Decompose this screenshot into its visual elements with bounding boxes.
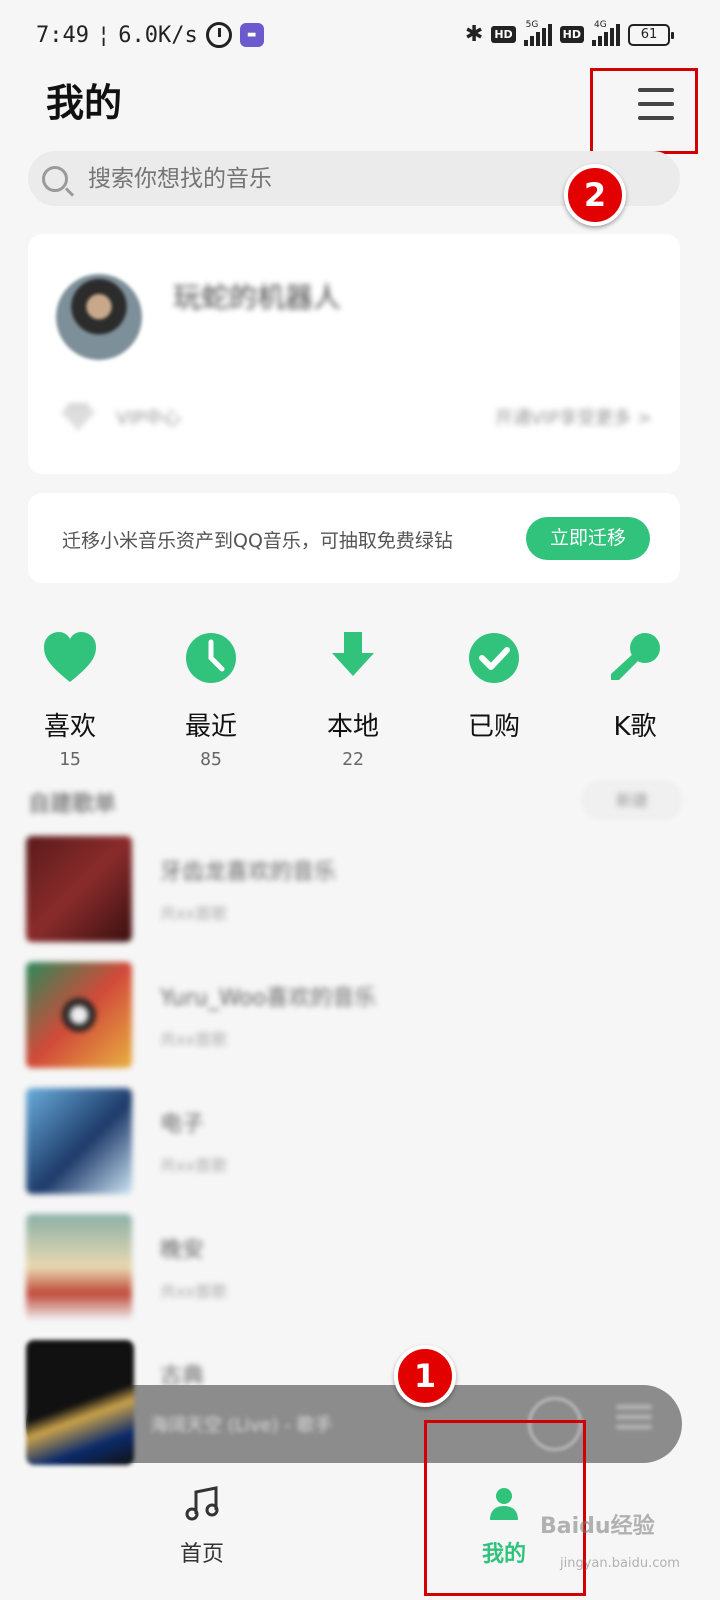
playlist-item[interactable]: 电子 共xx首歌 <box>26 1088 686 1196</box>
microphone-icon <box>611 633 660 680</box>
signal-icon-4g: 4G <box>592 20 620 46</box>
avatar[interactable] <box>56 274 142 360</box>
username[interactable]: 玩蛇的机器人 <box>173 276 341 316</box>
playlist-count: 共xx首歌 <box>160 904 227 923</box>
quick-item-recent[interactable]: 最近 85 <box>151 628 271 770</box>
mini-player-title[interactable]: 海阔天空 (Live) - 歌手 <box>150 1411 332 1437</box>
migrate-button[interactable]: 立即迁移 <box>526 517 650 560</box>
quick-label-purchased: 已购 <box>467 712 520 742</box>
playlist-cover <box>26 1088 132 1194</box>
playlist-cover <box>26 962 132 1068</box>
watermark-url: jingyan.baidu.com <box>560 1556 680 1571</box>
menu-icon-line <box>638 116 674 120</box>
migrate-banner: 迁移小米音乐资产到QQ音乐，可抽取免费绿钻 立即迁移 <box>28 493 680 583</box>
quick-count-local: 22 <box>342 749 364 770</box>
quick-item-like[interactable]: 喜欢 15 <box>10 628 130 770</box>
alarm-icon <box>205 22 232 48</box>
playlist-name: 牙齿龙喜欢的音乐 <box>160 860 337 885</box>
migrate-text: 迁移小米音乐资产到QQ音乐，可抽取免费绿钻 <box>62 530 453 552</box>
new-playlist-button[interactable]: 新建 <box>584 782 680 818</box>
quick-count-like: 15 <box>59 749 81 770</box>
quick-label-recent: 最近 <box>184 712 237 742</box>
search-icon <box>42 165 68 192</box>
quick-label-local: 本地 <box>326 712 379 742</box>
playlist-cover <box>26 1214 132 1320</box>
hd-badge-1: HD <box>491 26 516 43</box>
vip-label: VIP中心 <box>116 408 181 429</box>
playlist-item[interactable]: 牙齿龙喜欢的音乐 共xx首歌 <box>26 836 686 944</box>
menu-icon-line <box>638 88 674 92</box>
profile-card[interactable]: 玩蛇的机器人 VIP中心 开通VIP享受更多 > <box>28 234 680 474</box>
bluetooth-icon: ✱ <box>464 22 484 47</box>
mini-player-cover[interactable] <box>26 1340 134 1465</box>
car-icon: ▬ <box>239 23 264 47</box>
status-bar-left: 7:49 ¦ 6.0K/s ▬ <box>36 22 264 48</box>
menu-button[interactable] <box>590 68 698 154</box>
playlist-queue-icon[interactable] <box>616 1405 652 1441</box>
playlist-count: 共xx首歌 <box>160 1030 227 1049</box>
search-input[interactable] <box>88 165 588 192</box>
battery-icon: 61 <box>628 23 674 46</box>
section-title: 自建歌单 <box>28 792 117 817</box>
diamond-icon <box>62 404 94 430</box>
page-title: 我的 <box>46 81 123 125</box>
annotation-marker-2: 2 <box>564 164 626 226</box>
status-bar-right: ✱ HD 5G HD 4G 61 <box>464 20 674 47</box>
playlist-name: 晚安 <box>160 1238 205 1263</box>
vip-right-text: 开通VIP享受更多 > <box>494 408 652 429</box>
quick-item-local[interactable]: 本地 22 <box>293 628 413 770</box>
vip-row[interactable]: VIP中心 开通VIP享受更多 > <box>62 404 652 430</box>
tab-home-label: 首页 <box>179 1542 224 1567</box>
download-icon <box>332 632 374 676</box>
menu-icon-line <box>638 102 674 106</box>
heart-icon <box>44 632 96 682</box>
playlist-count: 共xx首歌 <box>160 1156 227 1175</box>
check-icon <box>469 633 519 683</box>
playlist-name: 电子 <box>160 1112 205 1137</box>
status-time: 7:49 <box>36 22 89 48</box>
status-divider: ¦ <box>96 22 111 48</box>
annotation-marker-1: 1 <box>394 1345 456 1407</box>
quick-item-karaoke[interactable]: K歌 <box>575 628 695 743</box>
quick-item-purchased[interactable]: 已购 <box>434 628 554 743</box>
clock-icon <box>186 633 236 683</box>
playlist-name: Yuru_Woo喜欢的音乐 <box>160 986 377 1011</box>
playlist-item[interactable]: Yuru_Woo喜欢的音乐 共xx首歌 <box>26 962 686 1070</box>
playlist-cover <box>26 836 132 942</box>
status-bar: 7:49 ¦ 6.0K/s ▬ ✱ HD 5G HD 4G 61 <box>0 0 720 70</box>
quick-count-recent: 85 <box>200 749 222 770</box>
quick-label-like: 喜欢 <box>43 712 96 742</box>
playlist-count: 共xx首歌 <box>160 1282 227 1301</box>
signal-icon-5g: 5G <box>523 20 552 46</box>
music-note-icon <box>185 1486 219 1521</box>
status-speed: 6.0K/s <box>118 22 198 48</box>
tab-home[interactable]: 首页 <box>132 1484 272 1568</box>
quick-actions: 喜欢 15 最近 85 本地 22 已购 K歌 <box>0 628 720 770</box>
hd-badge-2: HD <box>559 26 584 43</box>
playlist-item[interactable]: 晚安 共xx首歌 <box>26 1214 686 1322</box>
quick-label-karaoke: K歌 <box>613 712 657 742</box>
watermark: Baidu经验 <box>540 1514 655 1539</box>
